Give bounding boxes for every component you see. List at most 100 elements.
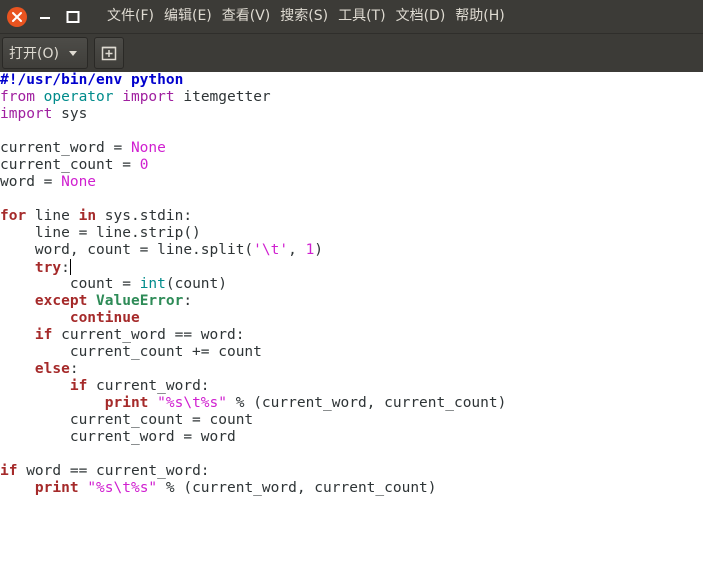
code-token: continue <box>69 310 140 326</box>
maximize-icon <box>66 10 80 23</box>
code-line[interactable]: import sys <box>0 106 703 123</box>
code-token: % (current_word, current_count) <box>227 395 507 411</box>
menu-file[interactable]: 文件(F) <box>102 0 159 33</box>
code-token: None <box>130 140 166 156</box>
code-token: for <box>0 208 27 224</box>
code-line[interactable]: if current_word: <box>0 378 703 395</box>
code-token: if <box>34 327 53 343</box>
code-token: current_word: <box>87 378 210 394</box>
code-line[interactable] <box>0 191 703 208</box>
menu-help[interactable]: 帮助(H) <box>450 0 509 33</box>
code-token: ) <box>314 242 324 258</box>
menu-tools[interactable]: 工具(T) <box>333 0 390 33</box>
new-document-icon <box>101 46 117 61</box>
code-token: operator <box>43 89 114 105</box>
code-token: : <box>61 260 70 276</box>
minimize-icon <box>40 16 50 19</box>
code-token: in <box>78 208 97 224</box>
code-line[interactable]: #!/usr/bin/env python <box>0 72 703 89</box>
code-token: count = <box>0 276 140 292</box>
code-line[interactable]: current_count = count <box>0 412 703 429</box>
code-line[interactable]: word = None <box>0 174 703 191</box>
code-token: current_count = <box>0 157 140 173</box>
chevron-down-icon[interactable] <box>68 50 77 56</box>
code-token: (count) <box>165 276 227 292</box>
toolbar: 打开(O) <box>0 33 703 72</box>
code-token: '\t' <box>253 242 289 258</box>
code-token: int <box>139 276 166 292</box>
menu-edit[interactable]: 编辑(E) <box>159 0 217 33</box>
code-line[interactable]: except ValueError: <box>0 293 703 310</box>
code-token: line = line.strip() <box>0 225 201 241</box>
open-button[interactable]: 打开(O) <box>2 37 88 69</box>
code-token: line <box>26 208 79 224</box>
minimize-button[interactable] <box>35 7 55 27</box>
menu-items: 文件(F) 编辑(E) 查看(V) 搜索(S) 工具(T) 文档(D) 帮助(H… <box>102 0 510 33</box>
code-token: sys <box>52 106 88 122</box>
code-line[interactable]: else: <box>0 361 703 378</box>
code-line[interactable]: continue <box>0 310 703 327</box>
code-token: word = <box>0 174 62 190</box>
code-line[interactable]: count = int(count) <box>0 276 703 293</box>
close-button[interactable] <box>7 6 27 27</box>
code-line[interactable]: current_count = 0 <box>0 157 703 174</box>
code-line[interactable]: current_count += count <box>0 344 703 361</box>
code-line[interactable]: line = line.strip() <box>0 225 703 242</box>
code-line[interactable]: word, count = line.split('\t', 1) <box>0 242 703 259</box>
code-line[interactable]: if current_word == word: <box>0 327 703 344</box>
code-token: from <box>0 89 35 105</box>
code-token: print <box>104 395 149 411</box>
code-token: : <box>183 293 193 309</box>
open-button-label: 打开(O) <box>9 46 59 62</box>
menu-view[interactable]: 查看(V) <box>217 0 276 33</box>
code-token: current_word = word <box>0 429 236 445</box>
menu-bar: 文件(F) 编辑(E) 查看(V) 搜索(S) 工具(T) 文档(D) 帮助(H… <box>0 0 703 33</box>
code-token: None <box>61 174 97 190</box>
code-line[interactable]: current_word = word <box>0 429 703 446</box>
code-token: #!/usr/bin/env python <box>0 72 184 88</box>
code-token: , <box>288 242 306 258</box>
code-token: 0 <box>139 157 149 173</box>
code-token: current_count += count <box>0 344 262 360</box>
code-line[interactable]: try: <box>0 259 703 276</box>
code-line[interactable] <box>0 123 703 140</box>
menu-search[interactable]: 搜索(S) <box>275 0 333 33</box>
code-text[interactable]: #!/usr/bin/env python from operator impor… <box>0 72 703 497</box>
code-token: 1 <box>305 242 315 258</box>
code-line[interactable]: print "%s\t%s" % (current_word, current_… <box>0 480 703 497</box>
code-token: sys.stdin: <box>96 208 193 224</box>
code-token: itemgetter <box>174 89 271 105</box>
code-token: except <box>34 293 88 309</box>
code-token: try <box>34 260 62 276</box>
code-editor[interactable]: #!/usr/bin/env python from operator impor… <box>0 72 703 569</box>
code-token: import <box>0 106 53 122</box>
code-token: current_word == word: <box>52 327 245 343</box>
code-token: else <box>34 361 70 377</box>
maximize-button[interactable] <box>63 7 83 27</box>
code-token: if <box>0 463 18 479</box>
code-line[interactable]: if word == current_word: <box>0 463 703 480</box>
close-icon <box>12 11 22 22</box>
code-line[interactable]: for line in sys.stdin: <box>0 208 703 225</box>
code-token: word, count = line.split( <box>0 242 254 258</box>
code-line[interactable]: print "%s\t%s" % (current_word, current_… <box>0 395 703 412</box>
code-token: import <box>122 89 175 105</box>
code-line[interactable]: from operator import itemgetter <box>0 89 703 106</box>
code-token: current_count = count <box>0 412 254 428</box>
code-token: : <box>69 361 79 377</box>
menu-documents[interactable]: 文档(D) <box>391 0 451 33</box>
text-cursor <box>69 259 71 275</box>
code-line[interactable]: current_word = None <box>0 140 703 157</box>
new-document-button[interactable] <box>94 37 124 69</box>
code-token: if <box>69 378 88 394</box>
code-line[interactable] <box>0 446 703 463</box>
